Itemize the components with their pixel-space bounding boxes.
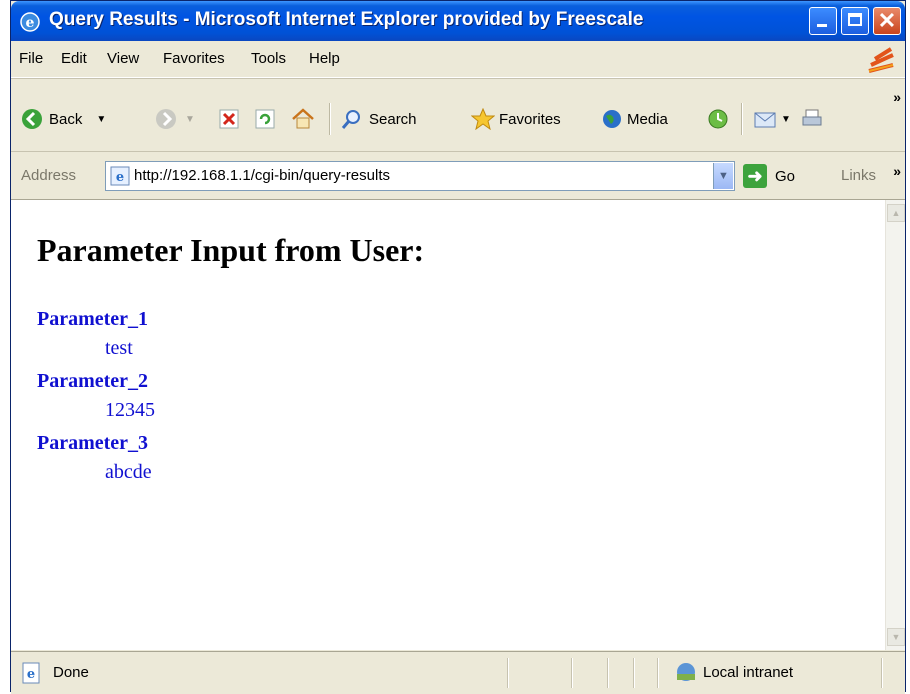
status-divider <box>571 658 573 688</box>
status-bar: e Done Local intranet <box>11 651 905 694</box>
maximize-button[interactable] <box>841 7 869 35</box>
back-button[interactable]: Back ▼ <box>21 107 106 131</box>
search-label: Search <box>369 110 417 128</box>
forward-button[interactable]: ▼ <box>155 107 195 131</box>
close-button[interactable]: ✕ <box>873 7 901 35</box>
address-dropdown-icon[interactable]: ▼ <box>713 163 733 189</box>
print-button[interactable] <box>801 107 823 131</box>
parameter-block: Parameter_1 test <box>37 308 148 360</box>
address-label: Address <box>21 167 77 184</box>
parameter-name: Parameter_2 <box>37 370 149 392</box>
print-icon <box>802 109 822 126</box>
parameter-value: 12345 <box>105 399 155 421</box>
svg-text:e: e <box>26 15 35 31</box>
links-button[interactable]: Links <box>841 167 876 184</box>
mail-icon <box>754 112 776 128</box>
menu-favorites[interactable]: Favorites <box>163 50 225 67</box>
address-input[interactable]: e http://192.168.1.1/cgi-bin/query-resul… <box>105 161 735 191</box>
throbber-logo-icon <box>868 47 894 73</box>
history-icon <box>708 109 728 129</box>
status-divider <box>507 658 509 688</box>
toolbar-separator <box>741 103 743 135</box>
maximize-icon <box>848 13 862 26</box>
ie-logo-icon: e <box>20 12 40 32</box>
refresh-button[interactable] <box>255 107 275 131</box>
status-text: Done <box>53 664 89 681</box>
window-title: Query Results - Microsoft Internet Explo… <box>49 9 644 30</box>
menu-help[interactable]: Help <box>309 50 340 67</box>
parameter-value: abcde <box>105 461 152 483</box>
parameter-value: test <box>105 337 133 359</box>
security-zone-label: Local intranet <box>703 664 794 681</box>
search-button[interactable]: Search <box>341 107 417 131</box>
address-url: http://192.168.1.1/cgi-bin/query-results <box>134 167 390 184</box>
stop-button[interactable] <box>219 107 239 131</box>
browser-window: e Query Results - Microsoft Internet Exp… <box>10 0 906 694</box>
parameter-block: Parameter_2 12345 <box>37 370 155 422</box>
forward-arrow-icon <box>156 109 176 129</box>
links-overflow-icon[interactable]: » <box>893 163 901 179</box>
status-divider <box>881 658 883 688</box>
scroll-down-icon[interactable]: ▼ <box>887 628 905 646</box>
go-button[interactable]: ➜ Go <box>743 163 795 189</box>
search-icon <box>341 110 360 129</box>
forward-dropdown-icon: ▼ <box>185 113 195 125</box>
menu-file[interactable]: File <box>19 50 43 67</box>
back-dropdown-icon[interactable]: ▼ <box>96 114 106 125</box>
close-icon: ✕ <box>877 8 897 33</box>
parameter-name: Parameter_1 <box>37 308 149 330</box>
menu-bar: File Edit View Favorites Tools Help <box>11 41 905 78</box>
address-bar: Address e http://192.168.1.1/cgi-bin/que… <box>11 151 905 200</box>
favorites-star-icon <box>471 108 495 130</box>
go-label: Go <box>775 167 796 185</box>
back-arrow-icon <box>22 109 42 129</box>
menu-tools[interactable]: Tools <box>251 50 286 67</box>
local-intranet-icon <box>677 663 695 681</box>
go-arrow-icon: ➜ <box>743 164 767 188</box>
media-button[interactable]: Media <box>601 107 668 131</box>
page-status-icon: e <box>22 662 40 684</box>
parameter-block: Parameter_3 abcde <box>37 432 152 484</box>
media-globe-icon <box>603 110 621 128</box>
page-ie-icon: e <box>110 166 130 186</box>
minimize-icon <box>817 24 827 27</box>
back-label: Back <box>49 110 83 128</box>
page-content: Parameter Input from User: Parameter_1 t… <box>11 200 885 650</box>
title-bar[interactable]: e Query Results - Microsoft Internet Exp… <box>11 1 905 41</box>
stop-icon <box>219 109 239 129</box>
toolbar-overflow-icon[interactable]: » <box>893 89 901 105</box>
history-button[interactable] <box>707 107 729 131</box>
favorites-button[interactable]: Favorites <box>471 107 561 131</box>
status-divider <box>657 658 659 688</box>
minimize-button[interactable] <box>809 7 837 35</box>
menu-edit[interactable]: Edit <box>61 50 87 67</box>
toolbar-separator <box>329 103 331 135</box>
mail-button[interactable]: ▼ <box>753 107 791 131</box>
svg-text:e: e <box>27 667 35 682</box>
svg-text:e: e <box>116 170 124 185</box>
scroll-up-icon[interactable]: ▲ <box>887 204 905 222</box>
parameter-name: Parameter_3 <box>37 432 149 454</box>
vertical-scrollbar[interactable]: ▲ ▼ <box>885 200 905 650</box>
refresh-icon <box>255 109 275 129</box>
home-icon <box>292 108 314 129</box>
status-divider <box>607 658 609 688</box>
menu-view[interactable]: View <box>107 50 139 67</box>
home-button[interactable] <box>291 107 315 131</box>
media-label: Media <box>627 110 668 128</box>
status-divider <box>633 658 635 688</box>
mail-dropdown-icon[interactable]: ▼ <box>781 114 791 125</box>
standard-toolbar: Back ▼ ▼ Search Favorites Media ▼ » <box>11 78 905 152</box>
page-heading: Parameter Input from User: <box>37 232 425 268</box>
favorites-label: Favorites <box>499 110 561 128</box>
